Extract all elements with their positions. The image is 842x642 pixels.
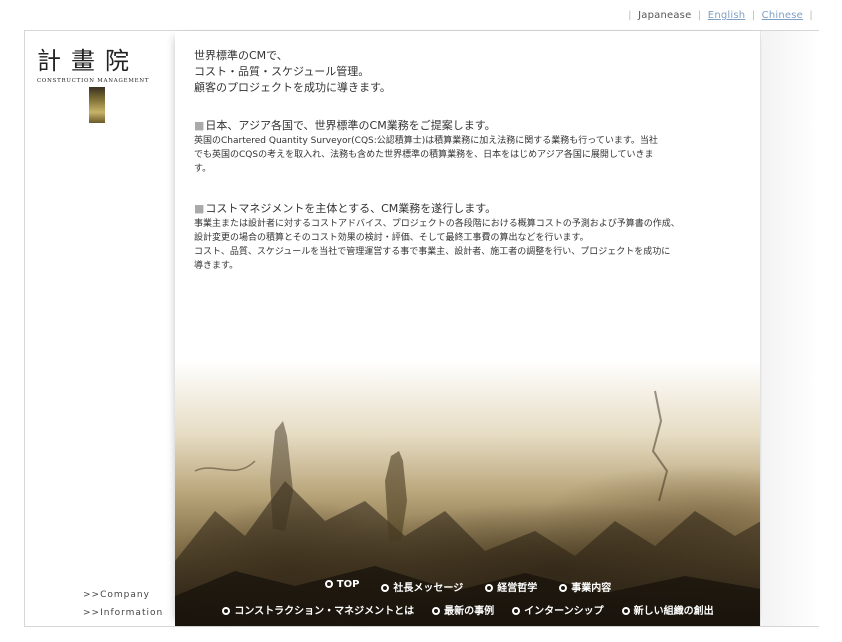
- circle-bullet-icon: [222, 607, 231, 615]
- right-margin: [762, 31, 819, 626]
- section-body: 英国のChartered Quantity Surveyor(CQS:公認積算士…: [194, 134, 749, 176]
- sidebar-nav: >>Company >>Information: [83, 586, 163, 622]
- language-bar: | Japanease | English | Chinese |: [625, 10, 816, 21]
- nav-philosophy[interactable]: 経営哲学: [485, 579, 537, 594]
- nav-label: 社長メッセージ: [393, 583, 464, 594]
- nav-label: 経営哲学: [497, 583, 538, 594]
- language-chinese-link[interactable]: Chinese: [762, 10, 803, 21]
- circle-bullet-icon: [485, 584, 494, 592]
- bottom-nav: TOP 社長メッセージ 経営哲学 事業内容 コンストラクション・マネジメントとは…: [175, 579, 760, 625]
- intro-text: 世界標準のCMで、 コスト・品質・スケジュール管理。 顧客のプロジェクトを成功に…: [194, 48, 391, 96]
- section-heading-text: 日本、アジア各国で、世界標準のCM業務をご提案します。: [205, 119, 496, 132]
- logo-subtitle: CONSTRUCTION MANAGEMENT: [37, 78, 150, 84]
- nav-label: 最新の事例: [444, 606, 495, 617]
- circle-bullet-icon: [512, 607, 521, 615]
- sidebar-link-information[interactable]: >>Information: [83, 604, 163, 622]
- section-heading: ■日本、アジア各国で、世界標準のCM業務をご提案します。: [194, 118, 749, 134]
- section-heading: ■コストマネジメントを主体とする、CM業務を遂行します。: [194, 201, 749, 217]
- separator: |: [697, 10, 702, 21]
- language-english-link[interactable]: English: [708, 10, 746, 21]
- body-line: コスト、品質、スケジュールを当社で管理運営する事で事業主、設計者、施工者の調整を…: [194, 247, 671, 257]
- company-logo[interactable]: 計畫院 CONSTRUCTION MANAGEMENT: [37, 47, 163, 127]
- circle-bullet-icon: [432, 607, 441, 615]
- nav-top[interactable]: TOP: [324, 579, 360, 594]
- circle-bullet-icon: [559, 584, 568, 592]
- logo-seal-icon: [89, 87, 105, 123]
- nav-label: インターンシップ: [524, 606, 604, 617]
- main-panel: 世界標準のCMで、 コスト・品質・スケジュール管理。 顧客のプロジェクトを成功に…: [175, 31, 761, 626]
- sidebar: 計畫院 CONSTRUCTION MANAGEMENT >>Company >>…: [25, 31, 175, 626]
- circle-bullet-icon: [324, 580, 333, 588]
- section-global-cm: ■日本、アジア各国で、世界標準のCM業務をご提案します。 英国のChartere…: [194, 118, 749, 176]
- nav-latest-cases[interactable]: 最新の事例: [432, 602, 494, 617]
- square-bullet-icon: ■: [194, 202, 205, 215]
- body-line: 設計変更の場合の積算とそのコスト効果の検討・評価、そして最終工事費の算出などを行…: [194, 233, 589, 243]
- section-cost-management: ■コストマネジメントを主体とする、CM業務を遂行します。 事業主または設計者に対…: [194, 201, 749, 273]
- nav-internship[interactable]: インターンシップ: [512, 602, 604, 617]
- nav-label: TOP: [336, 579, 360, 590]
- separator: |: [628, 10, 632, 21]
- body-line: 導きます。: [194, 261, 239, 271]
- square-bullet-icon: ■: [194, 119, 205, 132]
- bottom-nav-row: コンストラクション・マネジメントとは 最新の事例 インターンシップ 新しい組織の…: [175, 602, 760, 617]
- logo-glyphs: 計畫院: [37, 47, 139, 75]
- nav-label: 事業内容: [571, 583, 612, 594]
- nav-label: 新しい組織の創出: [633, 606, 714, 617]
- body-line: 英国のChartered Quantity Surveyor(CQS:公認積算士…: [194, 136, 658, 146]
- section-heading-text: コストマネジメントを主体とする、CM業務を遂行します。: [205, 202, 497, 215]
- language-japanese[interactable]: Japanease: [638, 10, 691, 21]
- intro-line: 世界標準のCMで、: [194, 49, 288, 62]
- nav-about-cm[interactable]: コンストラクション・マネジメントとは: [222, 602, 414, 617]
- nav-new-organization[interactable]: 新しい組織の創出: [621, 602, 714, 617]
- page-frame: 計畫院 CONSTRUCTION MANAGEMENT >>Company >>…: [24, 30, 819, 627]
- section-body: 事業主または設計者に対するコストアドバイス、プロジェクトの各段階における概算コス…: [194, 217, 749, 273]
- separator: |: [809, 10, 813, 21]
- circle-bullet-icon: [621, 607, 630, 615]
- nav-business[interactable]: 事業内容: [559, 579, 611, 594]
- body-line: 事業主または設計者に対するコストアドバイス、プロジェクトの各段階における概算コス…: [194, 219, 680, 229]
- nav-label: コンストラクション・マネジメントとは: [234, 606, 415, 617]
- body-line: す。: [194, 164, 212, 174]
- intro-line: 顧客のプロジェクトを成功に導きます。: [194, 81, 391, 94]
- bottom-nav-row: TOP 社長メッセージ 経営哲学 事業内容: [175, 579, 760, 594]
- circle-bullet-icon: [381, 584, 390, 592]
- nav-president-message[interactable]: 社長メッセージ: [381, 579, 463, 594]
- intro-line: コスト・品質・スケジュール管理。: [194, 65, 370, 78]
- separator: |: [751, 10, 756, 21]
- body-line: でも英国のCQSの考えを取入れ、法務も含めた世界標準の積算業務を、日本をはじめア…: [194, 150, 654, 160]
- sidebar-link-company[interactable]: >>Company: [83, 586, 163, 604]
